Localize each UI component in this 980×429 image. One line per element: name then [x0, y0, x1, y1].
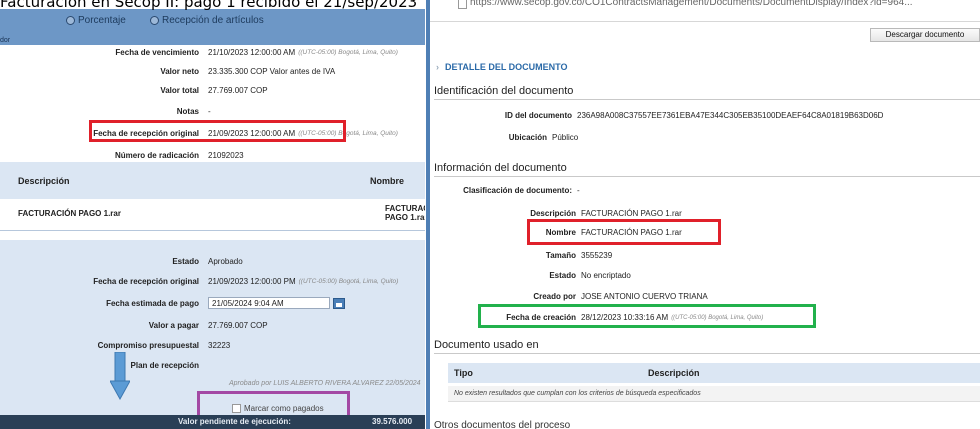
field-ubicacion: Ubicación Público: [508, 133, 579, 142]
field-valor-total: Valor total 27.769.007 COP: [160, 85, 268, 95]
section-identificacion: Identificación del documento: [434, 85, 574, 97]
edge-link[interactable]: dor: [0, 37, 10, 44]
field-numero-radicacion: Número de radicación 21092023: [114, 150, 244, 160]
section-informacion: Información del documento: [434, 162, 567, 174]
col-descripcion-right: Descripción: [648, 368, 700, 378]
section-usado-en: Documento usado en: [434, 339, 539, 351]
payment-date-input[interactable]: 21/05/2024 9:04 AM: [208, 297, 330, 309]
radio-icon[interactable]: [150, 16, 159, 25]
row-descripcion: FACTURACIÓN PAGO 1.rar: [18, 208, 121, 218]
attachments-table-header: Descripción Nombre: [0, 162, 425, 199]
field-plan-recepcion: Plan de recepción: [130, 360, 199, 370]
col-tipo: Tipo: [454, 368, 473, 378]
divider: [0, 230, 425, 231]
field-valor-pagar: Valor a pagar 27.769.007 COP: [148, 320, 268, 330]
field-fecha-estimada-pago: Fecha estimada de pago 21/05/2024 9:04 A…: [0, 296, 425, 310]
col-descripcion: Descripción: [18, 176, 70, 186]
field-estado-doc: Estado No encriptado: [549, 271, 631, 280]
usage-table-empty: No existen resultados que cumplan con lo…: [448, 386, 980, 402]
invoice-panel: Porcentaje Recepción de artículos dor Fe…: [0, 0, 425, 429]
approved-by: Aprobado por LUIS ALBERTO RIVERA ALVAREZ…: [229, 379, 421, 387]
divider: [434, 99, 980, 100]
field-recepcion-original-2: Fecha de recepción original 21/09/2023 1…: [93, 276, 399, 286]
field-vencimiento: Fecha de vencimiento 21/10/2023 12:00:00…: [115, 47, 398, 57]
field-estado: Estado Aprobado: [172, 256, 243, 266]
arrow-down-icon: [110, 352, 130, 400]
field-creado-por: Creado por JOSE ANTONIO CUERVO TRIANA: [533, 292, 708, 301]
field-compromiso: Compromiso presupuestal 32223: [97, 340, 231, 350]
highlight-recepcion-original: [89, 120, 346, 142]
field-id-documento: ID del documento 236A98A008C37557EE7361E…: [504, 111, 884, 120]
field-tamano: Tamaño 3555239: [545, 251, 613, 260]
attachments-table-row[interactable]: FACTURACIÓN PAGO 1.rar FACTURACIÓN PAGO …: [0, 204, 425, 222]
field-notas: Notas -: [176, 106, 211, 116]
detail-title: › DETALLE DEL DOCUMENTO: [436, 62, 568, 72]
document-detail-window: https://www.secop.gov.co/CO1ContractsMan…: [426, 0, 980, 429]
highlight-nombre: [527, 219, 721, 245]
divider: [434, 176, 980, 177]
caption-title: Facturación en Secop II: pago 1 recibido…: [0, 0, 418, 11]
pending-value-bar: Valor pendiente de ejecución: 39.576.000: [0, 415, 425, 429]
url-text[interactable]: https://www.secop.gov.co/CO1ContractsMan…: [470, 0, 913, 8]
row-nombre[interactable]: FACTURACIÓN PAGO 1.rar: [385, 204, 425, 222]
chevron-right-icon: ›: [436, 62, 439, 72]
page-icon: [458, 0, 467, 9]
address-bar[interactable]: https://www.secop.gov.co/CO1ContractsMan…: [430, 0, 980, 22]
radio-recepcion[interactable]: Recepción de artículos: [150, 15, 264, 26]
field-clasificacion: Clasificación de documento: -: [463, 186, 580, 195]
payment-type-strip: Porcentaje Recepción de artículos dor: [0, 9, 425, 45]
radio-porcentaje[interactable]: Porcentaje: [66, 15, 126, 26]
highlight-fecha-creacion: [478, 304, 816, 328]
usage-table-header: Tipo Descripción: [448, 363, 980, 383]
radio-icon[interactable]: [66, 16, 75, 25]
divider: [434, 353, 980, 354]
calendar-icon[interactable]: [333, 297, 345, 309]
download-document-button[interactable]: Descargar documento: [870, 28, 980, 42]
field-valor-neto: Valor neto 23.335.300 COP Valor antes de…: [160, 66, 336, 76]
section-otros-documentos: Otros documentos del proceso: [434, 420, 571, 429]
col-nombre: Nombre: [370, 176, 405, 186]
